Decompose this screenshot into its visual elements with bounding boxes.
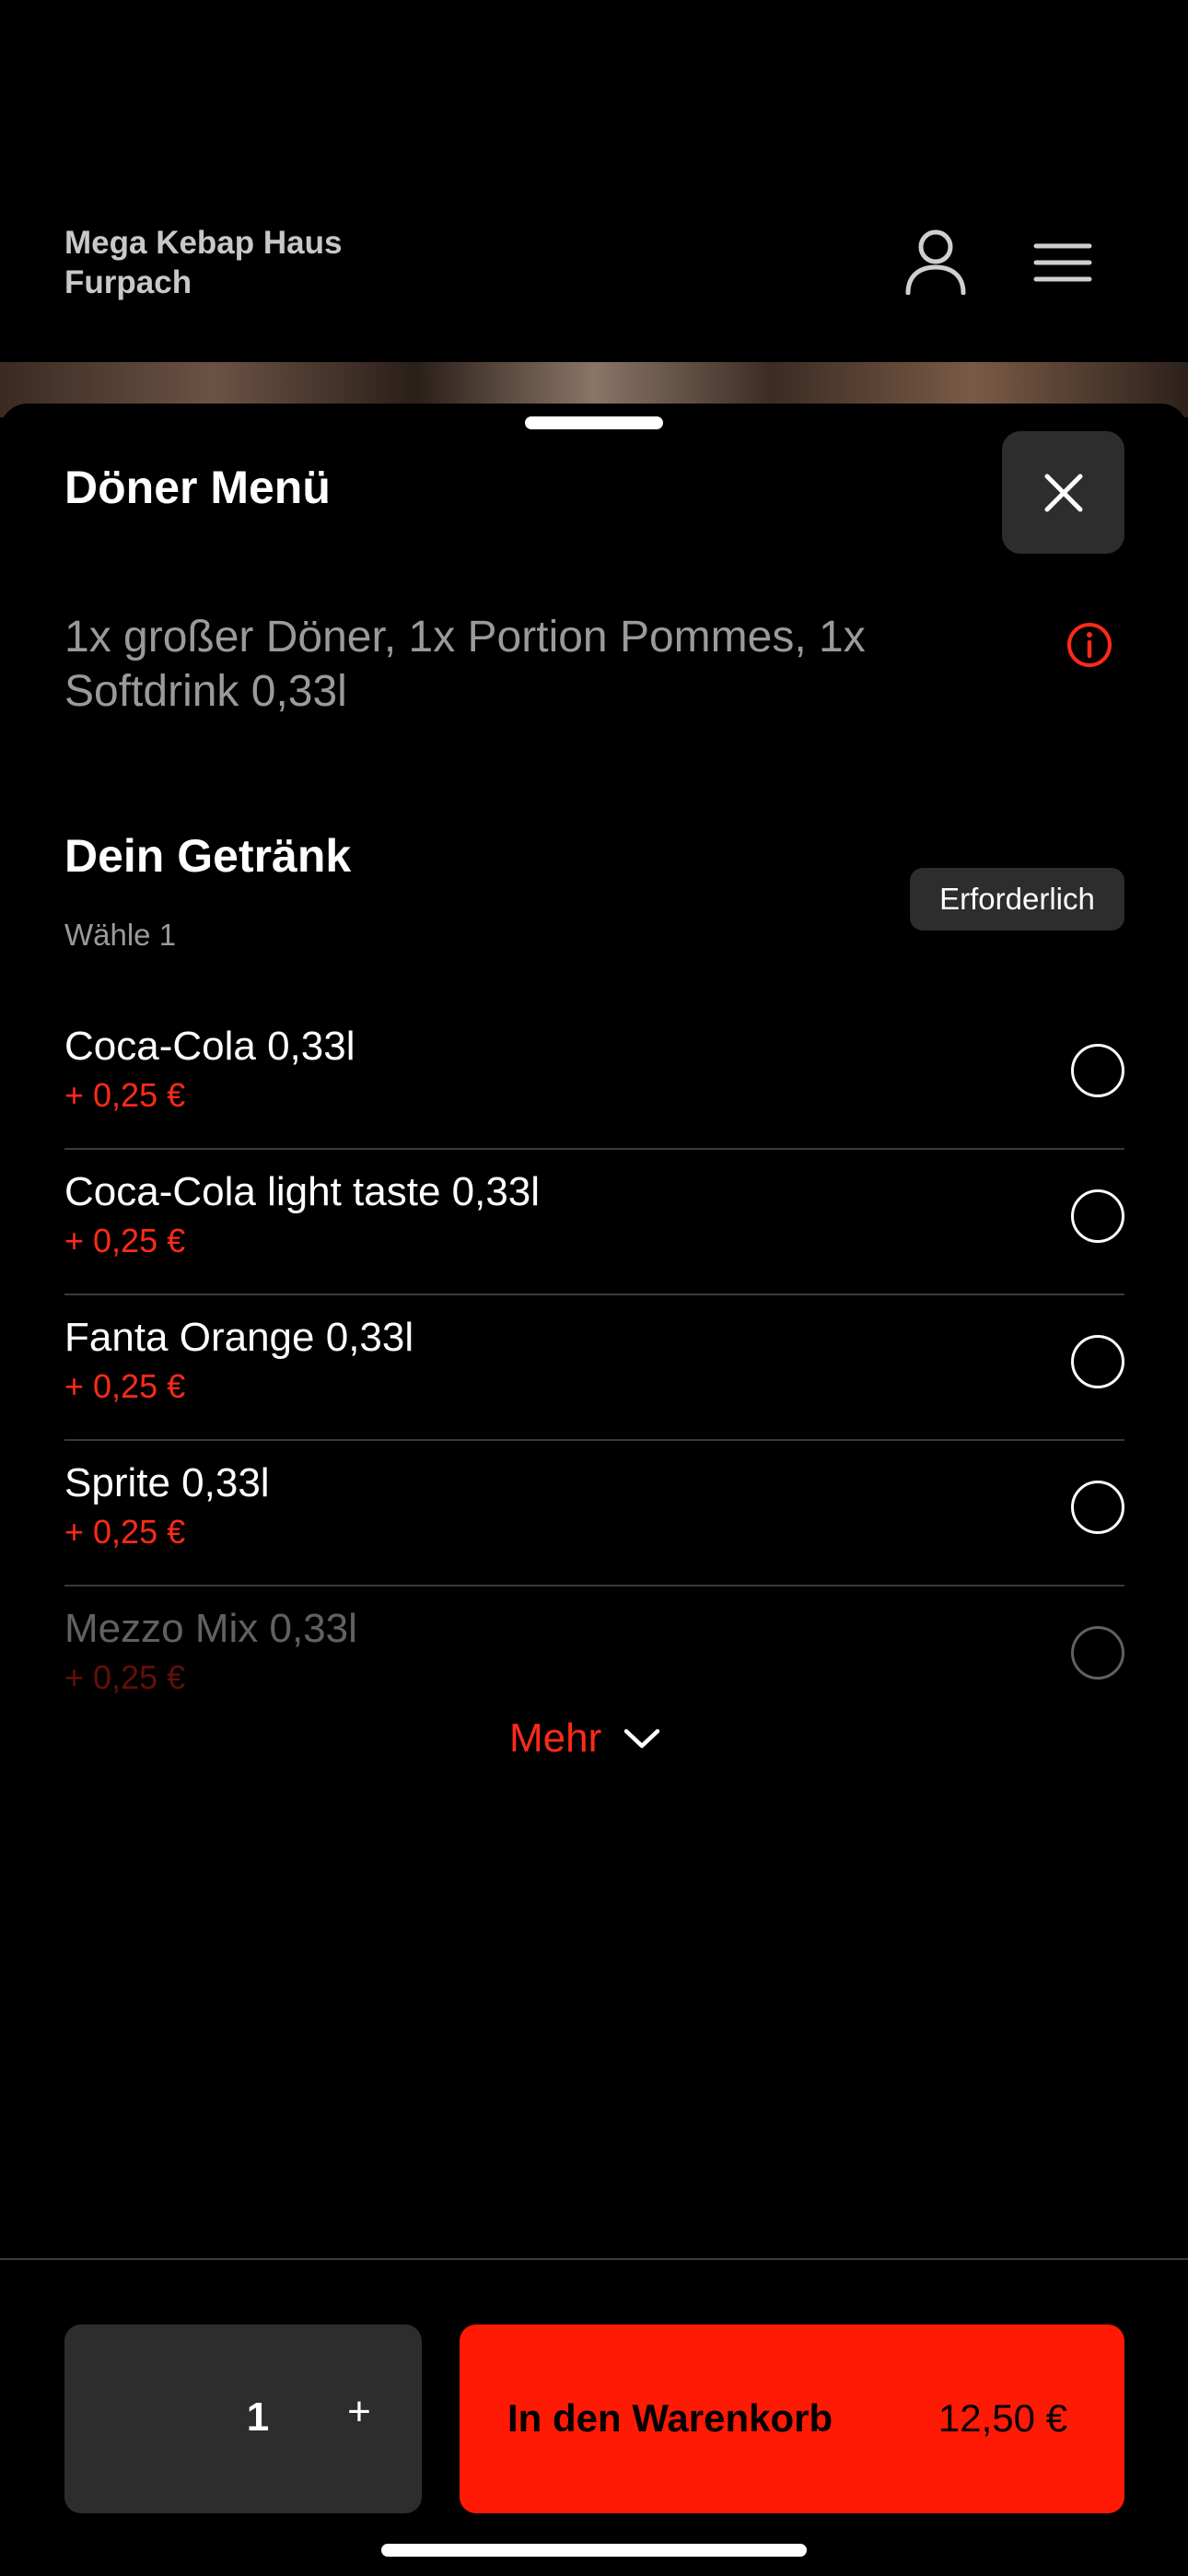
home-indicator — [381, 2544, 807, 2557]
option-sprite[interactable]: Sprite 0,33l + 0,25 € — [64, 1441, 1124, 1587]
user-icon[interactable] — [904, 228, 967, 299]
close-icon — [1044, 474, 1082, 511]
option-name: Fanta Orange 0,33l — [64, 1315, 414, 1360]
show-more-label: Mehr — [509, 1715, 602, 1761]
option-price: + 0,25 € — [64, 1222, 186, 1259]
option-name: Coca-Cola light taste 0,33l — [64, 1169, 541, 1214]
option-name: Mezzo Mix 0,33l — [64, 1606, 357, 1651]
option-coca-cola-light[interactable]: Coca-Cola light taste 0,33l + 0,25 € — [64, 1150, 1124, 1295]
option-name: Coca-Cola 0,33l — [64, 1024, 355, 1069]
cart-total-price: 12,50 € — [938, 2396, 1067, 2440]
restaurant-name[interactable]: Mega Kebap Haus Furpach — [64, 223, 342, 302]
option-coca-cola[interactable]: Coca-Cola 0,33l + 0,25 € — [64, 1004, 1124, 1150]
restaurant-name-line2: Furpach — [64, 264, 192, 300]
app-header: Mega Kebap Haus Furpach — [0, 0, 1188, 362]
radio-button[interactable] — [1071, 1044, 1124, 1097]
menu-icon[interactable] — [1033, 242, 1092, 287]
radio-button[interactable] — [1071, 1626, 1124, 1680]
item-description: 1x großer Döner, 1x Portion Pommes, 1x S… — [64, 613, 866, 716]
add-to-cart-label: In den Warenkorb — [507, 2396, 833, 2440]
quantity-stepper: 1 + — [64, 2324, 422, 2513]
chevron-down-icon — [624, 1728, 660, 1749]
option-price: + 0,25 € — [64, 1513, 186, 1551]
sheet-grabber[interactable] — [525, 416, 663, 429]
option-mezzo-mix[interactable]: Mezzo Mix 0,33l + 0,25 € — [64, 1587, 1124, 1730]
increment-button[interactable]: + — [332, 2389, 387, 2435]
restaurant-name-line1: Mega Kebap Haus — [64, 225, 343, 261]
radio-button[interactable] — [1071, 1481, 1124, 1534]
footer-divider — [0, 2258, 1188, 2260]
section-title: Dein Getränk — [64, 830, 352, 882]
section-subtitle: Wähle 1 — [64, 918, 177, 952]
drink-options-list: Coca-Cola 0,33l + 0,25 € Coca-Cola light… — [64, 1004, 1124, 1730]
option-name: Sprite 0,33l — [64, 1460, 270, 1505]
add-to-cart-button[interactable]: In den Warenkorb 12,50 € — [460, 2324, 1124, 2513]
info-icon[interactable] — [1066, 621, 1113, 673]
show-more-button[interactable]: Mehr — [509, 1715, 660, 1762]
option-fanta-orange[interactable]: Fanta Orange 0,33l + 0,25 € — [64, 1295, 1124, 1441]
option-price: + 0,25 € — [64, 1367, 186, 1405]
radio-button[interactable] — [1071, 1189, 1124, 1243]
option-price: + 0,25 € — [64, 1658, 186, 1696]
close-button[interactable] — [1002, 431, 1124, 554]
quantity-value: 1 — [246, 2395, 270, 2440]
option-price: + 0,25 € — [64, 1076, 186, 1114]
required-badge: Erforderlich — [910, 868, 1124, 931]
item-title: Döner Menü — [64, 462, 331, 513]
radio-button[interactable] — [1071, 1335, 1124, 1388]
